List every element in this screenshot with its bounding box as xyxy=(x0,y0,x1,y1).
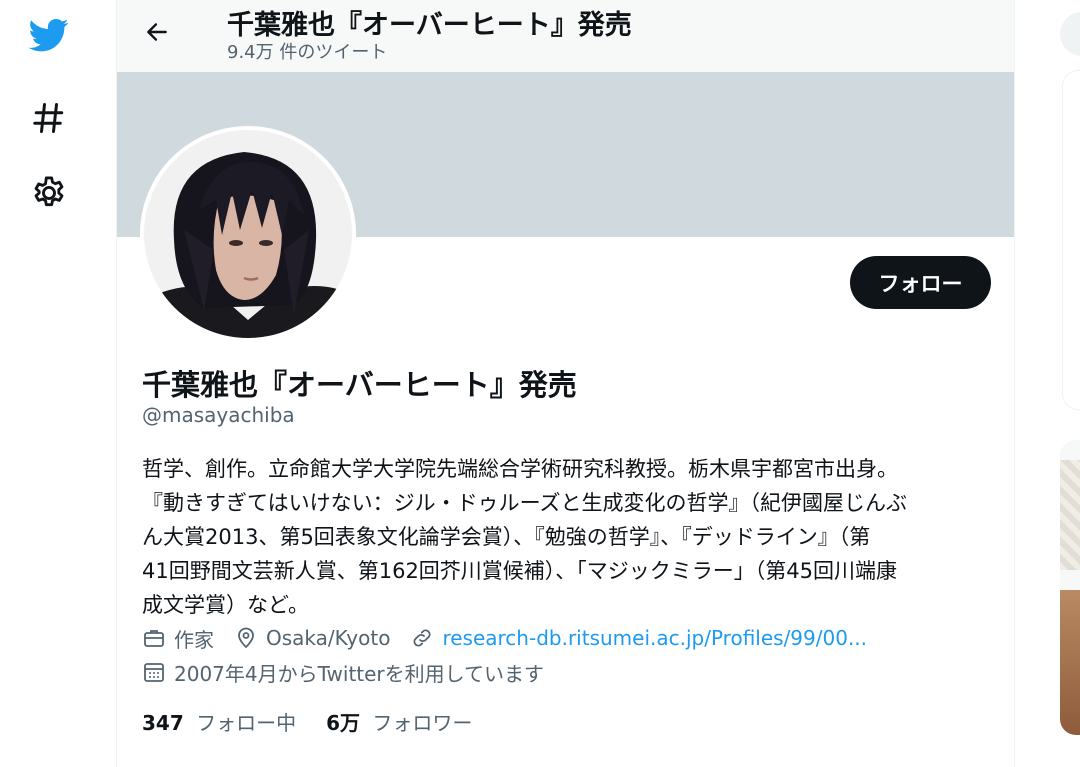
app-root: 千葉雅也『オーバーヒート』発売 9.4万 件のツイート フォロー 千葉雅也『オー… xyxy=(0,0,1080,767)
briefcase-icon xyxy=(144,630,164,647)
avatar-image xyxy=(144,130,352,338)
followers-link[interactable]: 6万 フォロワー xyxy=(326,707,472,736)
profile-header-bar: 千葉雅也『オーバーヒート』発売 9.4万 件のツイート xyxy=(117,0,1014,72)
back-button[interactable] xyxy=(137,12,177,52)
search-box-edge[interactable] xyxy=(1060,12,1080,56)
location-pin-icon xyxy=(238,627,254,649)
calendar-icon xyxy=(144,663,164,682)
location-item: Osaka/Kyoto xyxy=(234,626,390,650)
explore-button[interactable] xyxy=(21,90,77,146)
sidebar-panel-edge xyxy=(1062,70,1080,410)
back-arrow-icon xyxy=(147,23,167,41)
website-item[interactable]: research-db.ritsumei.ac.jp/Profiles/99/0… xyxy=(410,626,867,650)
tweet-count: 9.4万 件のツイート xyxy=(227,42,388,63)
hashtag-icon xyxy=(33,103,64,133)
profile-bio: 哲学、創作。立命館大学大学院先端総合学術研究科教授。栃木県宇都宮市出身。 『動き… xyxy=(142,457,908,617)
link-icon xyxy=(414,629,431,647)
gear-icon xyxy=(34,176,64,207)
followers-count: 6万 xyxy=(326,711,361,735)
website-link[interactable]: research-db.ritsumei.ac.jp/Profiles/99/0… xyxy=(442,626,867,650)
profession-item: 作家 xyxy=(142,624,214,653)
profile-meta: 作家 Osaka/Kyoto research-db.ritsumei.ac.j… xyxy=(142,622,887,654)
following-label: フォロー中 xyxy=(196,711,297,735)
join-date-row: 2007年4月からTwitterを利用しています xyxy=(142,656,564,688)
profession-text: 作家 xyxy=(174,627,214,652)
location-text: Osaka/Kyoto xyxy=(266,626,391,650)
media-thumbnail xyxy=(1060,460,1080,570)
profile-column: 千葉雅也『オーバーヒート』発売 9.4万 件のツイート フォロー 千葉雅也『オー… xyxy=(116,0,1015,767)
follow-stats: 347 フォロー中 6万 フォロワー xyxy=(142,707,502,736)
settings-button[interactable] xyxy=(21,165,77,221)
media-panel-edge[interactable] xyxy=(1060,440,1080,735)
follow-button[interactable]: フォロー xyxy=(850,256,991,309)
avatar[interactable] xyxy=(140,126,356,342)
join-date-text: 2007年4月からTwitterを利用しています xyxy=(174,661,545,686)
avatar-photo xyxy=(144,130,352,338)
bird-icon xyxy=(28,19,69,52)
header-title: 千葉雅也『オーバーヒート』発売 xyxy=(227,10,632,41)
following-link[interactable]: 347 フォロー中 xyxy=(142,707,296,736)
left-nav xyxy=(0,0,116,767)
profile-name: 千葉雅也『オーバーヒート』発売 xyxy=(142,368,577,402)
following-count: 347 xyxy=(142,711,184,735)
join-date-item: 2007年4月からTwitterを利用しています xyxy=(142,658,544,687)
twitter-logo-button[interactable] xyxy=(21,7,77,63)
media-thumbnail-2 xyxy=(1060,590,1080,735)
followers-label: フォロワー xyxy=(372,711,473,735)
profile-handle: @masayachiba xyxy=(142,403,295,427)
